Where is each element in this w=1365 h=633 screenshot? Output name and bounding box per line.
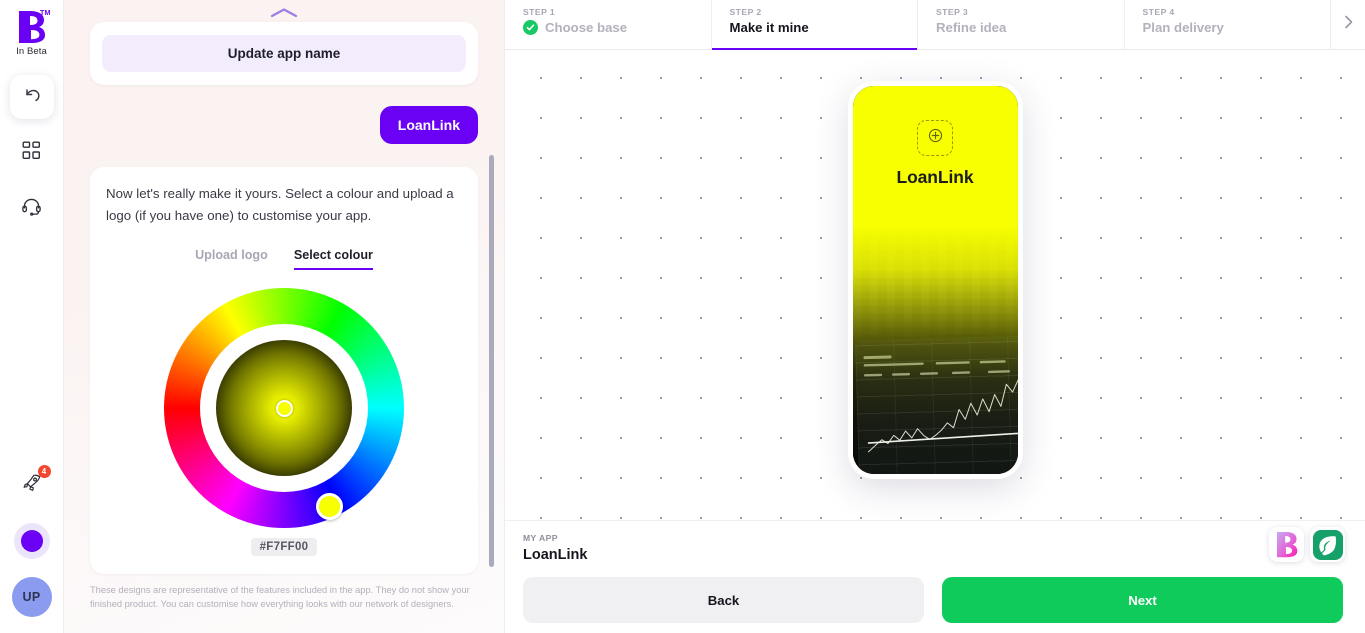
workspace: STEP 1 Choose base STEP 2 Make it mine S… [505, 0, 1365, 633]
update-app-name-button[interactable]: Update app name [102, 35, 466, 72]
partner-logos [1269, 527, 1345, 562]
user-avatar[interactable]: UP [11, 577, 52, 617]
step-4-title: Plan delivery [1142, 20, 1224, 35]
step-1-number: STEP 1 [523, 7, 556, 17]
plus-circle-icon [927, 127, 944, 149]
customise-tabs: Upload logo Select colour [104, 248, 464, 270]
step-2-title-row: Make it mine [730, 20, 918, 35]
phone-header: LoanLink [853, 120, 1018, 188]
phone-app-name: LoanLink [896, 167, 974, 187]
step-make-it-mine[interactable]: STEP 2 Make it mine [711, 0, 918, 50]
launch-button[interactable]: 4 [10, 463, 54, 507]
leaf-logo[interactable] [1310, 527, 1345, 562]
step-2-title: Make it mine [729, 20, 809, 35]
grid-apps-icon [22, 141, 41, 165]
step-4-title-row: Plan delivery [1143, 20, 1331, 35]
my-app-name: LoanLink [523, 547, 588, 563]
colour-wheel[interactable] [164, 288, 404, 528]
steps-next-button[interactable] [1331, 0, 1365, 49]
hex-value[interactable]: #F7FF00 [250, 538, 318, 556]
back-button[interactable]: Back [523, 577, 924, 623]
phone-mockup[interactable]: LoanLink [847, 81, 1023, 479]
preview-canvas[interactable]: LoanLink [505, 50, 1365, 520]
step-1-title-row: Choose base [523, 20, 711, 35]
saturation-value-disc[interactable] [216, 340, 352, 476]
steps-bar: STEP 1 Choose base STEP 2 Make it mine S… [505, 0, 1365, 50]
sv-handle[interactable] [275, 399, 293, 417]
app-root: TM In Beta 4 UP Update app name LoanLink… [0, 0, 1365, 633]
assistant-card: Now let's really make it yours. Select a… [90, 167, 478, 574]
chat-scroll-area: Update app name LoanLink Now let's reall… [64, 22, 504, 633]
chevron-right-icon [1342, 14, 1355, 35]
logo-upload-placeholder[interactable] [917, 120, 953, 156]
step-3-title-row: Refine idea [936, 20, 1124, 35]
headset-support-icon [21, 196, 42, 222]
my-app-label: MY APP [523, 533, 558, 543]
user-message-bubble: LoanLink [379, 106, 478, 144]
design-disclaimer: These designs are representative of the … [90, 585, 470, 609]
brand-logo[interactable]: TM In Beta [16, 10, 50, 57]
step-refine-idea[interactable]: STEP 3 Refine idea [918, 0, 1125, 49]
tab-upload-logo[interactable]: Upload logo [195, 248, 268, 270]
colour-swatch [20, 530, 43, 552]
check-circle-icon [523, 20, 538, 35]
tab-select-colour[interactable]: Select colour [293, 248, 373, 270]
step-3-title: Refine idea [936, 20, 1007, 35]
step-plan-delivery[interactable]: STEP 4 Plan delivery [1125, 0, 1331, 49]
wizard-actions: Back Next [523, 577, 1343, 623]
left-rail: TM In Beta 4 UP [0, 0, 64, 633]
next-button[interactable]: Next [942, 577, 1343, 623]
active-colour-chip[interactable] [13, 523, 50, 559]
step-choose-base[interactable]: STEP 1 Choose base [505, 0, 712, 49]
bottom-bar: MY APP LoanLink Back Next [505, 520, 1365, 633]
chat-panel-scrollbar[interactable] [489, 155, 494, 567]
brand-b-icon: TM [17, 10, 50, 44]
step-1-title: Choose base [545, 20, 628, 35]
user-message-row: LoanLink [90, 106, 478, 144]
brand-label: In Beta [16, 46, 47, 57]
trademark-mark: TM [39, 10, 51, 17]
launch-badge-count: 4 [37, 465, 51, 478]
step-4-number: STEP 4 [1142, 7, 1175, 17]
builder-b-logo[interactable] [1269, 527, 1304, 562]
chat-panel: Update app name LoanLink Now let's reall… [64, 0, 505, 633]
assistant-message: Now let's really make it yours. Select a… [106, 186, 454, 223]
hue-handle[interactable] [316, 493, 343, 520]
hex-row: #F7FF00 [104, 538, 464, 556]
update-name-card: Update app name [90, 22, 478, 85]
undo-button[interactable] [9, 75, 54, 119]
undo-arrow-icon [22, 85, 42, 110]
phone-screen: LoanLink [852, 86, 1018, 474]
step-3-number: STEP 3 [936, 7, 969, 17]
support-button[interactable] [10, 187, 54, 231]
step-2-number: STEP 2 [729, 7, 762, 17]
apps-button[interactable] [10, 131, 54, 175]
